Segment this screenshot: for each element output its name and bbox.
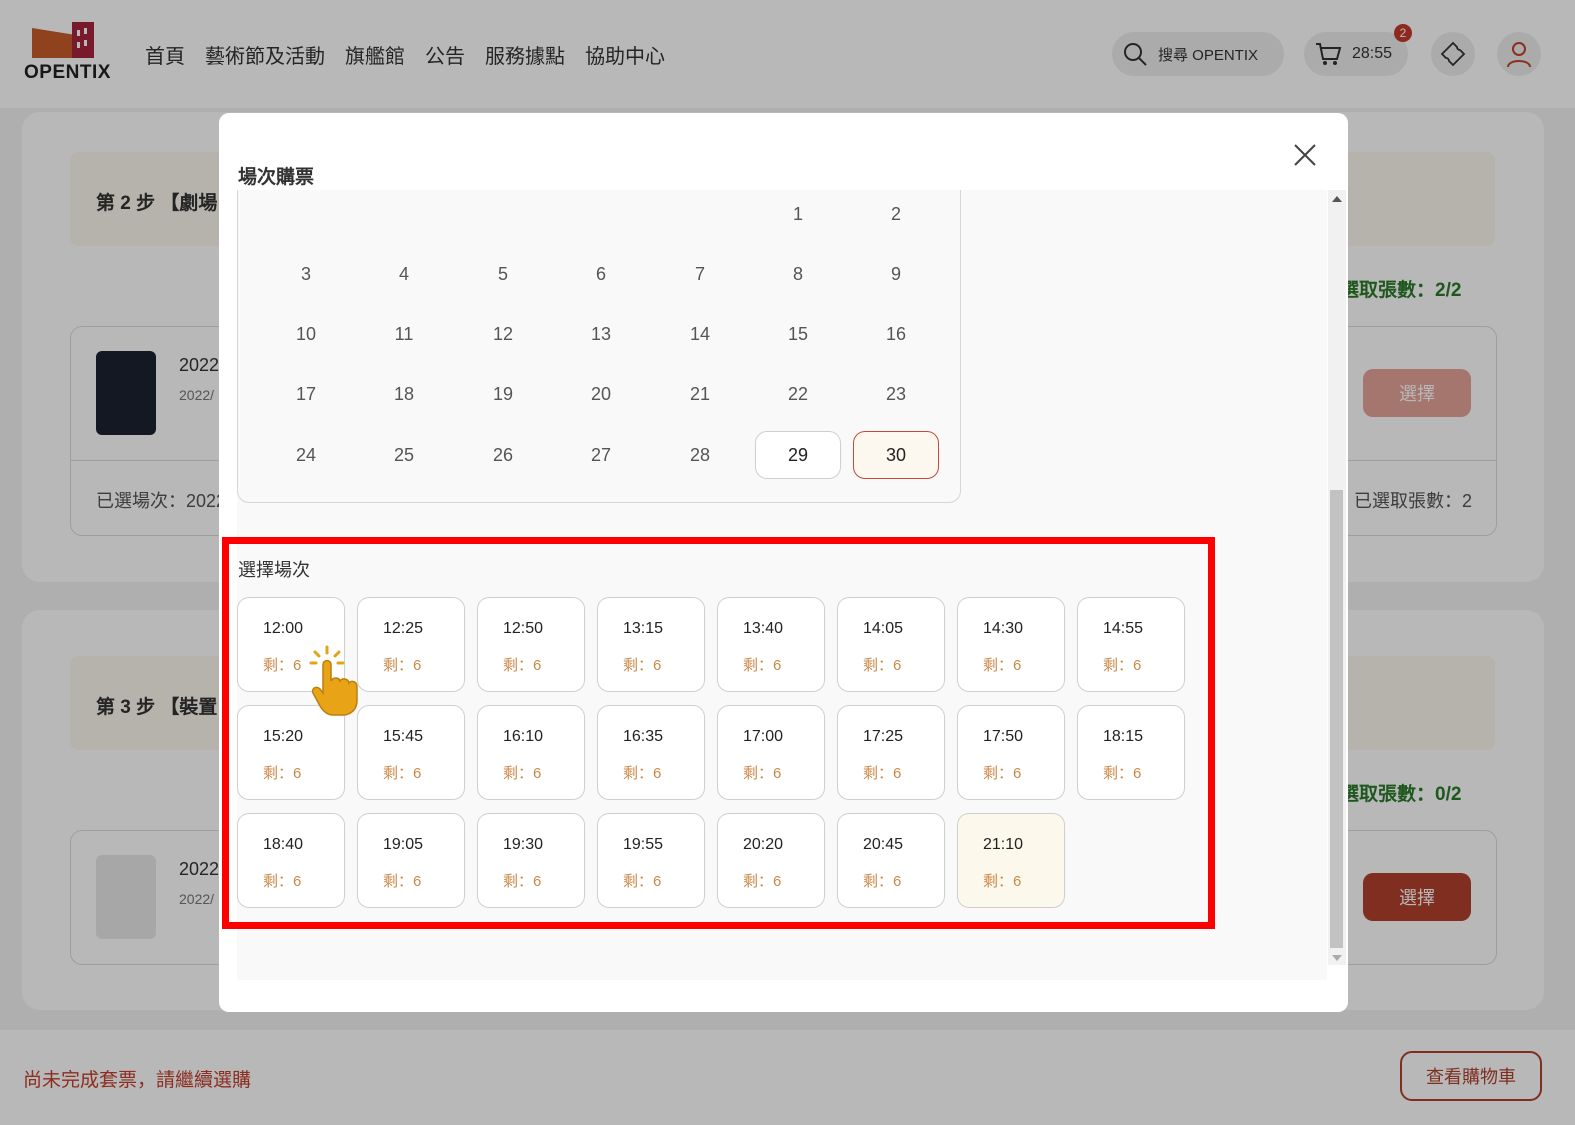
calendar-day[interactable]: 30	[853, 431, 939, 479]
calendar-day: 26	[492, 444, 514, 465]
modal-title: 場次購票	[238, 167, 315, 188]
calendar-day: 10	[295, 323, 317, 344]
calendar: 1 2 3 4 5 6 7 8 9 10 11 12 13 14 15 16 17 18 19 20 21 22 23 24 2…	[237, 190, 961, 503]
scrollbar-thumb[interactable]	[1330, 490, 1343, 948]
calendar-day: 12	[492, 323, 514, 344]
calendar-day: 14	[689, 323, 711, 344]
calendar-day: 24	[295, 444, 317, 465]
calendar-day: 7	[694, 263, 705, 284]
calendar-day: 9	[890, 263, 901, 284]
close-icon	[1293, 143, 1317, 167]
calendar-day: 23	[885, 383, 907, 404]
calendar-day: 6	[595, 263, 606, 284]
calendar-day: 15	[787, 323, 809, 344]
calendar-day: 17	[295, 383, 317, 404]
calendar-day: 3	[300, 263, 311, 284]
calendar-day: 19	[492, 383, 514, 404]
calendar-day: 8	[792, 263, 803, 284]
calendar-day: 28	[689, 444, 711, 465]
scroll-down-arrow-icon[interactable]	[1332, 955, 1342, 961]
pointer-hand-icon	[305, 643, 365, 717]
calendar-day: 27	[590, 444, 612, 465]
calendar-day: 21	[689, 383, 711, 404]
calendar-day: 20	[590, 383, 612, 404]
calendar-day: 25	[393, 444, 415, 465]
calendar-day: 1	[792, 203, 803, 224]
highlight-box	[222, 537, 1215, 929]
calendar-day: 5	[497, 263, 508, 284]
calendar-day: 4	[398, 263, 409, 284]
close-button[interactable]	[1288, 138, 1322, 172]
calendar-day: 22	[787, 383, 809, 404]
calendar-day: 18	[393, 383, 415, 404]
scroll-up-arrow-icon[interactable]	[1332, 196, 1342, 202]
calendar-day: 2	[890, 203, 901, 224]
calendar-day: 11	[394, 323, 414, 344]
calendar-day[interactable]: 29	[755, 431, 841, 479]
calendar-day: 13	[590, 323, 612, 344]
calendar-day: 16	[885, 323, 907, 344]
